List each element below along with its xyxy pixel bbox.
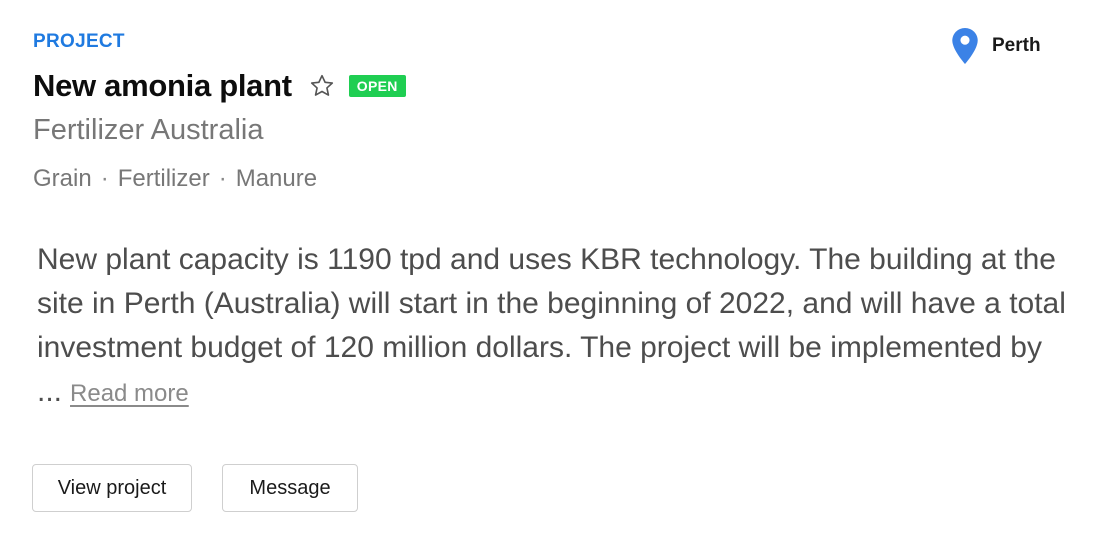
project-title[interactable]: New amonia plant <box>33 68 292 104</box>
view-project-button[interactable]: View project <box>32 464 192 512</box>
tag-list: Grain · Fertilizer · Manure <box>33 165 317 193</box>
star-outline-icon[interactable] <box>309 73 335 99</box>
read-more-link[interactable]: Read more <box>70 380 189 407</box>
project-kind-label: PROJECT <box>33 31 125 52</box>
location-label: Perth <box>992 35 1041 56</box>
tag-separator: · <box>100 165 109 192</box>
description-text: New plant capacity is 1190 tpd and uses … <box>37 243 1066 408</box>
tag-item: Grain <box>33 165 92 192</box>
message-button[interactable]: Message <box>222 464 358 512</box>
location: Perth <box>952 28 1041 64</box>
status-badge: OPEN <box>348 75 406 97</box>
title-row: New amonia plant OPEN <box>33 66 406 106</box>
tag-item: Manure <box>235 165 318 192</box>
company-name: Fertilizer Australia <box>33 114 264 146</box>
tag-separator: · <box>218 165 227 192</box>
action-buttons: View project Message <box>32 464 358 512</box>
project-card: PROJECT Perth New amonia plant OPEN Fert… <box>0 0 1096 544</box>
project-description: New plant capacity is 1190 tpd and uses … <box>37 238 1077 416</box>
tag-item: Fertilizer <box>117 165 210 192</box>
map-pin-icon <box>952 28 978 64</box>
